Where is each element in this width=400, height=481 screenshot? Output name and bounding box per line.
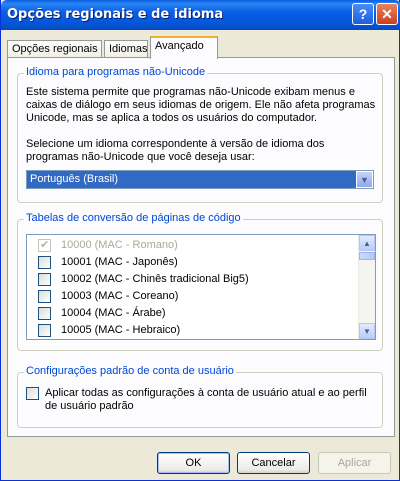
codepage-scrollbar[interactable]: ▲ ▼ bbox=[358, 235, 375, 339]
help-icon: ? bbox=[358, 6, 368, 22]
tab-regional-options[interactable]: Opções regionais bbox=[7, 40, 102, 58]
unicode-group-legend: Idioma para programas não-Unicode bbox=[24, 66, 208, 78]
tab-languages[interactable]: Idiomas bbox=[104, 40, 148, 58]
chevron-down-icon[interactable]: ▼ bbox=[356, 171, 373, 188]
codepage-checkbox[interactable] bbox=[38, 256, 51, 269]
codepage-label: 10000 (MAC - Romano) bbox=[61, 239, 178, 251]
codepage-group: Tabelas de conversão de páginas de códig… bbox=[17, 212, 383, 351]
apply-button[interactable]: Aplicar bbox=[318, 452, 391, 474]
unicode-description: Este sistema permite que programas não-U… bbox=[26, 86, 376, 124]
scroll-up-icon[interactable]: ▲ bbox=[359, 235, 375, 251]
codepage-item[interactable]: 10001 (MAC - Japonês) bbox=[27, 254, 357, 271]
unicode-language-group: Idioma para programas não-Unicode Este s… bbox=[17, 66, 383, 203]
codepage-checkbox[interactable] bbox=[38, 290, 51, 303]
codepage-label: 10003 (MAC - Coreano) bbox=[61, 290, 179, 302]
checkmark-icon: ✔ bbox=[40, 239, 50, 251]
apply-settings-label: Aplicar todas as configurações à conta d… bbox=[45, 387, 367, 412]
close-button[interactable]: ✕ bbox=[376, 3, 398, 25]
title-bar[interactable]: Opções regionais e de idioma ? ✕ bbox=[1, 0, 400, 30]
tab-panel-advanced: Idioma para programas não-Unicode Este s… bbox=[7, 57, 395, 437]
codepage-item[interactable]: 10002 (MAC - Chinês tradicional Big5) bbox=[27, 271, 357, 288]
tab-advanced[interactable]: Avançado bbox=[150, 36, 218, 59]
codepage-checkbox[interactable]: ✔ bbox=[38, 239, 51, 252]
window-title: Opções regionais e de idioma bbox=[7, 7, 224, 22]
apply-settings-checkbox[interactable] bbox=[26, 387, 39, 400]
codepage-checkbox[interactable] bbox=[38, 307, 51, 320]
language-select[interactable]: Português (Brasil) ▼ bbox=[26, 170, 374, 189]
codepage-item[interactable]: ✔ 10000 (MAC - Romano) bbox=[27, 237, 357, 254]
codepage-item[interactable]: 10003 (MAC - Coreano) bbox=[27, 288, 357, 305]
close-icon: ✕ bbox=[381, 5, 393, 22]
codepage-checkbox[interactable] bbox=[38, 324, 51, 337]
codepage-list[interactable]: ✔ 10000 (MAC - Romano) 10001 (MAC - Japo… bbox=[26, 234, 376, 340]
account-group-legend: Configurações padrão de conta de usuário bbox=[24, 365, 236, 377]
language-select-value: Português (Brasil) bbox=[30, 173, 119, 185]
codepage-group-legend: Tabelas de conversão de páginas de códig… bbox=[24, 212, 243, 224]
codepage-label: 10005 (MAC - Hebraico) bbox=[61, 324, 181, 336]
dialog-window: Opções regionais e de idioma ? ✕ Opções … bbox=[0, 0, 400, 481]
ok-button[interactable]: OK bbox=[157, 452, 230, 474]
codepage-item[interactable]: 10004 (MAC - Árabe) bbox=[27, 305, 357, 322]
scroll-down-icon[interactable]: ▼ bbox=[359, 323, 375, 339]
codepage-label: 10001 (MAC - Japonês) bbox=[61, 256, 178, 268]
help-button[interactable]: ? bbox=[352, 3, 374, 25]
codepage-label: 10002 (MAC - Chinês tradicional Big5) bbox=[61, 273, 249, 285]
account-settings-group: Configurações padrão de conta de usuário… bbox=[17, 365, 383, 428]
codepage-label: 10004 (MAC - Árabe) bbox=[61, 307, 166, 319]
codepage-checkbox[interactable] bbox=[38, 273, 51, 286]
unicode-instruction: Selecione um idioma correspondente à ver… bbox=[26, 138, 325, 163]
codepage-item[interactable]: 10005 (MAC - Hebraico) bbox=[27, 322, 357, 339]
scroll-thumb[interactable] bbox=[359, 252, 375, 260]
cancel-button[interactable]: Cancelar bbox=[237, 452, 310, 474]
